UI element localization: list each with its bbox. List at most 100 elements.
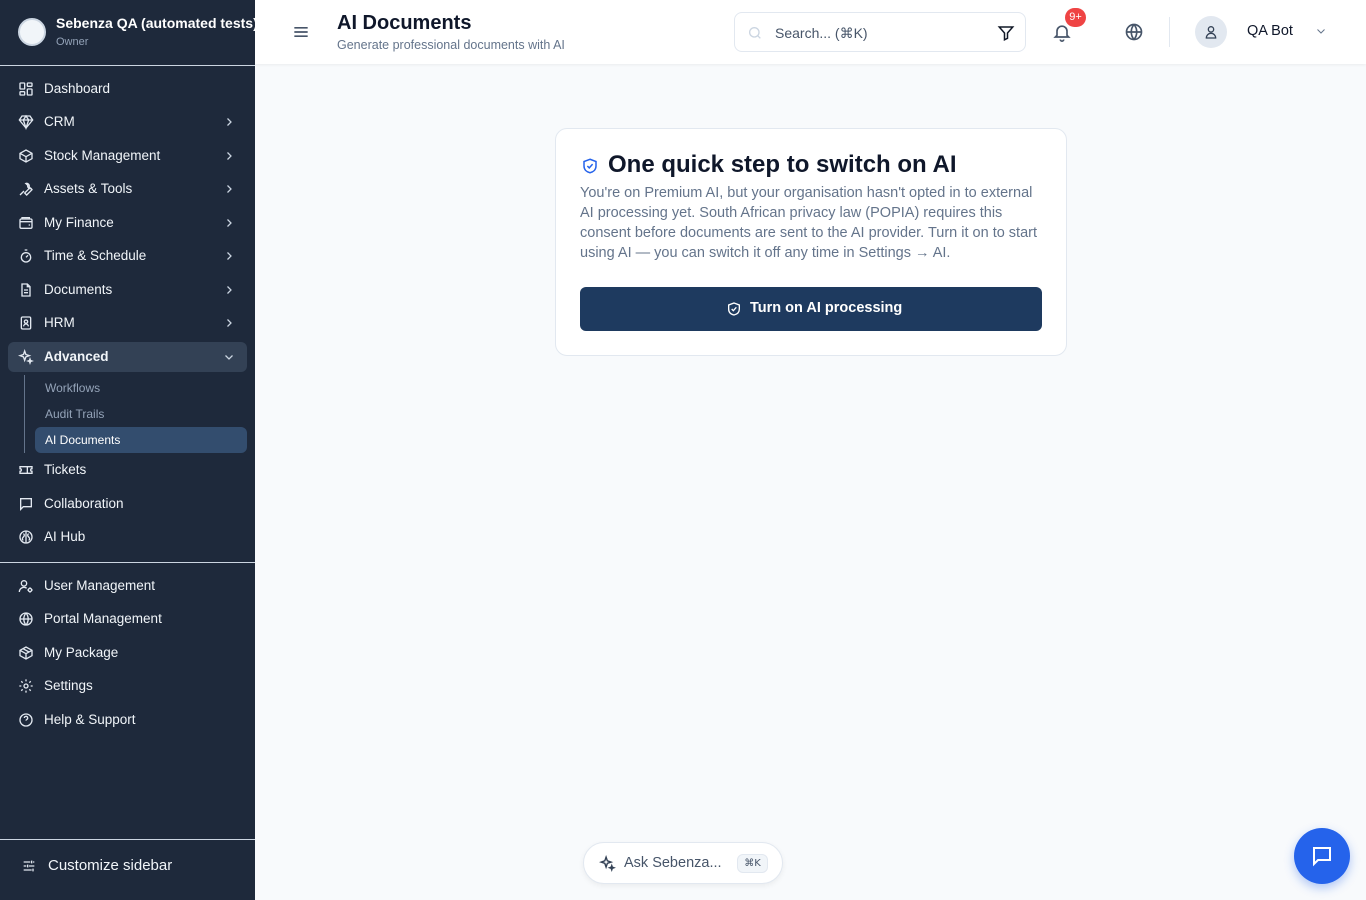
sidebar-item-label: Collaboration — [44, 496, 124, 511]
chevron-down-icon — [225, 355, 233, 360]
ask-assistant-label: Ask Sebenza... — [624, 855, 722, 871]
sparkles-icon — [599, 855, 616, 872]
sidebar-divider — [0, 562, 255, 563]
user-name[interactable]: QA Bot — [1247, 23, 1293, 39]
sidebar-subitem-label: Audit Trails — [45, 407, 105, 421]
ask-assistant-button[interactable]: Ask Sebenza... ⌘K — [583, 842, 783, 884]
chevron-right-icon — [227, 118, 232, 126]
sidebar-subitem-label: AI Documents — [45, 433, 121, 447]
card-title: One quick step to switch on AI — [608, 151, 957, 178]
customize-sidebar-label: Customize sidebar — [48, 857, 173, 874]
org-switcher[interactable]: Sebenza QA (automated tests) Owner — [0, 0, 255, 66]
search-input[interactable] — [775, 21, 985, 45]
page-subtitle: Generate professional documents with AI — [337, 38, 565, 52]
sidebar-item-label: Stock Management — [44, 148, 161, 163]
sidebar-item-hrm[interactable]: HRM — [8, 308, 247, 338]
sidebar-item-label: Time & Schedule — [44, 248, 147, 263]
dashboard-icon — [19, 82, 33, 96]
file-icon — [21, 283, 31, 297]
box-icon — [19, 149, 33, 163]
hamburger-menu-icon[interactable] — [291, 22, 311, 42]
sidebar-item-label: My Finance — [44, 215, 114, 230]
sidebar-item-label: Tickets — [44, 462, 87, 477]
sidebar-item-dashboard[interactable]: Dashboard — [8, 74, 247, 104]
sidebar-item-label: Dashboard — [44, 81, 111, 96]
sidebar-item-my-finance[interactable]: My Finance — [8, 208, 247, 238]
sidebar-subitem-workflows[interactable]: Workflows — [35, 375, 247, 401]
search-box — [734, 12, 1026, 52]
language-globe-icon[interactable] — [1124, 22, 1144, 42]
chevron-right-icon — [227, 252, 232, 260]
sidebar-item-label: Help & Support — [44, 712, 136, 727]
sidebar-item-label: User Management — [44, 578, 156, 593]
sidebar-item-settings[interactable]: Settings — [8, 671, 247, 701]
sidebar-item-label: CRM — [44, 114, 75, 129]
sidebar-item-documents[interactable]: Documents — [8, 275, 247, 305]
turn-on-ai-button[interactable]: Turn on AI processing — [580, 287, 1042, 331]
gem-icon — [18, 114, 34, 130]
sidebar-item-portal-management[interactable]: Portal Management — [8, 604, 247, 634]
sidebar-item-tickets[interactable]: Tickets — [8, 455, 247, 485]
card-body: You're on Premium AI, but your organisat… — [580, 185, 1038, 261]
shield-check-icon — [583, 158, 597, 174]
notification-badge: 9+ — [1065, 8, 1086, 27]
id-badge-icon — [20, 316, 32, 330]
sidebar-item-label: HRM — [44, 315, 75, 330]
sidebar-item-user-management[interactable]: User Management — [8, 571, 247, 601]
sparkles-icon — [18, 349, 34, 365]
gear-icon — [19, 679, 33, 693]
sidebar-item-ai-hub[interactable]: AI Hub — [8, 522, 247, 552]
sidebar-item-assets-tools[interactable]: Assets & Tools — [8, 174, 247, 204]
message-icon — [1313, 847, 1331, 867]
keyboard-shortcut: ⌘K — [737, 854, 768, 873]
user-icon — [1205, 26, 1217, 39]
submenu-guide-line — [24, 375, 25, 453]
sidebar-item-label: Settings — [44, 678, 93, 693]
sidebar-item-label: AI Hub — [44, 529, 86, 544]
chevron-right-icon — [227, 185, 232, 193]
chevron-right-icon — [227, 319, 232, 327]
sidebar-item-crm[interactable]: CRM — [8, 107, 247, 137]
sliders-icon — [23, 860, 35, 872]
sidebar-subitem-audit-trails[interactable]: Audit Trails — [35, 401, 247, 427]
org-role: Owner — [56, 36, 89, 48]
sidebar-item-label: My Package — [44, 645, 119, 660]
wrench-icon — [19, 182, 33, 196]
shield-check-icon — [728, 302, 740, 316]
org-avatar — [18, 18, 46, 46]
help-circle-icon — [19, 713, 33, 727]
brain-icon — [19, 530, 33, 544]
user-cog-icon — [18, 580, 33, 593]
chevron-right-icon — [227, 152, 232, 160]
sidebar-item-time-schedule[interactable]: Time & Schedule — [8, 241, 247, 271]
chevron-right-icon — [227, 286, 232, 294]
sidebar-item-collaboration[interactable]: Collaboration — [8, 489, 247, 519]
sidebar-item-label: Assets & Tools — [44, 181, 133, 196]
search-icon — [749, 27, 761, 39]
sidebar-item-my-package[interactable]: My Package — [8, 638, 247, 668]
page-title: AI Documents — [337, 12, 472, 34]
sidebar-item-advanced[interactable]: Advanced — [8, 342, 247, 372]
sidebar-item-help-support[interactable]: Help & Support — [8, 705, 247, 735]
top-header: AI Documents Generate professional docum… — [255, 0, 1366, 64]
sidebar-item-label: Documents — [44, 282, 113, 297]
package-icon — [19, 646, 33, 660]
sidebar-item-label: Portal Management — [44, 611, 162, 626]
sidebar: Sebenza QA (automated tests) Owner Dashb… — [0, 0, 255, 900]
header-divider — [1169, 17, 1170, 47]
chat-button[interactable] — [1294, 828, 1350, 884]
avatar[interactable] — [1195, 16, 1227, 48]
turn-on-ai-label: Turn on AI processing — [750, 300, 903, 316]
sidebar-subitem-label: Workflows — [45, 381, 101, 395]
sidebar-item-stock-management[interactable]: Stock Management — [8, 141, 247, 171]
chevron-down-icon[interactable] — [1315, 25, 1327, 37]
customize-sidebar-button[interactable]: Customize sidebar — [0, 840, 255, 900]
sidebar-item-label: Advanced — [44, 349, 109, 364]
globe-icon — [19, 612, 33, 626]
sidebar-subitem-ai-documents[interactable]: AI Documents — [35, 427, 247, 453]
timer-icon — [20, 249, 32, 263]
ticket-icon — [19, 466, 33, 474]
filter-icon[interactable] — [997, 24, 1015, 42]
org-name: Sebenza QA (automated tests) — [56, 15, 255, 31]
chevron-right-icon — [227, 219, 232, 227]
